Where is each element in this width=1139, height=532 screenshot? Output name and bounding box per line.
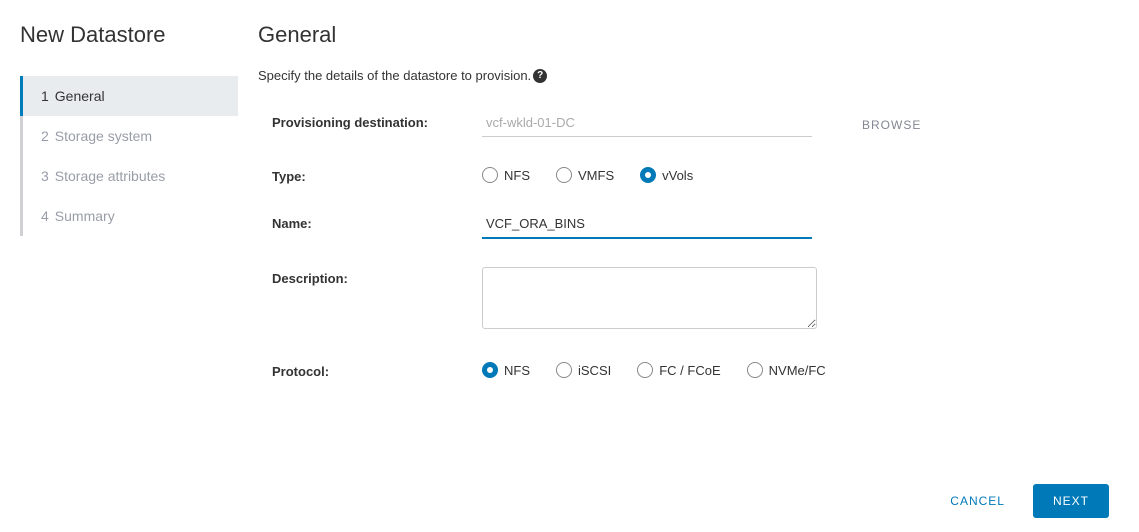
protocol-radio-label: NFS <box>504 363 530 378</box>
row-name: Name: <box>272 212 1099 239</box>
label-protocol: Protocol: <box>272 360 482 379</box>
type-option-vvols[interactable]: vVols <box>640 167 693 183</box>
protocol-option-nfs[interactable]: NFS <box>482 362 530 378</box>
step-label: General <box>55 88 105 104</box>
step-number: 2 <box>41 128 49 144</box>
wizard-footer: CANCEL NEXT <box>940 484 1109 518</box>
type-radio-vmfs[interactable] <box>556 167 572 183</box>
general-form: Provisioning destination: BROWSE Type: N… <box>258 111 1099 379</box>
protocol-radio-label: FC / FCoE <box>659 363 720 378</box>
protocol-radio-fc[interactable] <box>637 362 653 378</box>
subtitle-text: Specify the details of the datastore to … <box>258 68 531 83</box>
step-label: Storage system <box>55 128 152 144</box>
type-radio-label: VMFS <box>578 168 614 183</box>
help-icon[interactable]: ? <box>533 69 547 83</box>
row-type: Type: NFS VMFS vVols <box>272 165 1099 184</box>
protocol-radio-group: NFS iSCSI FC / FCoE NVMe/FC <box>482 360 1099 378</box>
type-radio-vvols[interactable] <box>640 167 656 183</box>
label-type: Type: <box>272 165 482 184</box>
protocol-radio-label: iSCSI <box>578 363 611 378</box>
protocol-radio-iscsi[interactable] <box>556 362 572 378</box>
row-description: Description: <box>272 267 1099 332</box>
type-radio-group: NFS VMFS vVols <box>482 165 822 183</box>
wizard-sidebar: New Datastore 1 General 2 Storage system 3… <box>0 0 238 532</box>
row-protocol: Protocol: NFS iSCSI FC / FCo <box>272 360 1099 379</box>
page-title: General <box>258 22 1099 48</box>
browse-button[interactable]: BROWSE <box>862 118 921 132</box>
step-number: 3 <box>41 168 49 184</box>
step-number: 1 <box>41 88 49 104</box>
step-number: 4 <box>41 208 49 224</box>
label-provisioning-destination: Provisioning destination: <box>272 111 482 130</box>
step-summary[interactable]: 4 Summary <box>23 196 238 236</box>
type-radio-nfs[interactable] <box>482 167 498 183</box>
type-option-nfs[interactable]: NFS <box>482 167 530 183</box>
protocol-radio-nfs[interactable] <box>482 362 498 378</box>
row-provisioning-destination: Provisioning destination: BROWSE <box>272 111 1099 137</box>
protocol-option-nvme[interactable]: NVMe/FC <box>747 362 826 378</box>
wizard-step-list: 1 General 2 Storage system 3 Storage attrib… <box>20 76 238 236</box>
step-label: Storage attributes <box>55 168 166 184</box>
cancel-button[interactable]: CANCEL <box>940 486 1015 516</box>
label-description: Description: <box>272 267 482 286</box>
step-storage-attributes[interactable]: 3 Storage attributes <box>23 156 238 196</box>
protocol-option-iscsi[interactable]: iSCSI <box>556 362 611 378</box>
label-name: Name: <box>272 212 482 231</box>
type-radio-label: NFS <box>504 168 530 183</box>
wizard-title: New Datastore <box>0 22 238 76</box>
step-label: Summary <box>55 208 115 224</box>
name-input[interactable] <box>482 212 812 239</box>
protocol-option-fc[interactable]: FC / FCoE <box>637 362 720 378</box>
type-option-vmfs[interactable]: VMFS <box>556 167 614 183</box>
step-storage-system[interactable]: 2 Storage system <box>23 116 238 156</box>
type-radio-label: vVols <box>662 168 693 183</box>
description-textarea[interactable] <box>482 267 817 329</box>
provisioning-destination-input[interactable] <box>482 111 812 137</box>
page-subtitle: Specify the details of the datastore to … <box>258 68 1099 83</box>
main-panel: General Specify the details of the datas… <box>238 0 1139 532</box>
step-general[interactable]: 1 General <box>20 76 238 116</box>
next-button[interactable]: NEXT <box>1033 484 1109 518</box>
protocol-radio-nvme[interactable] <box>747 362 763 378</box>
protocol-radio-label: NVMe/FC <box>769 363 826 378</box>
